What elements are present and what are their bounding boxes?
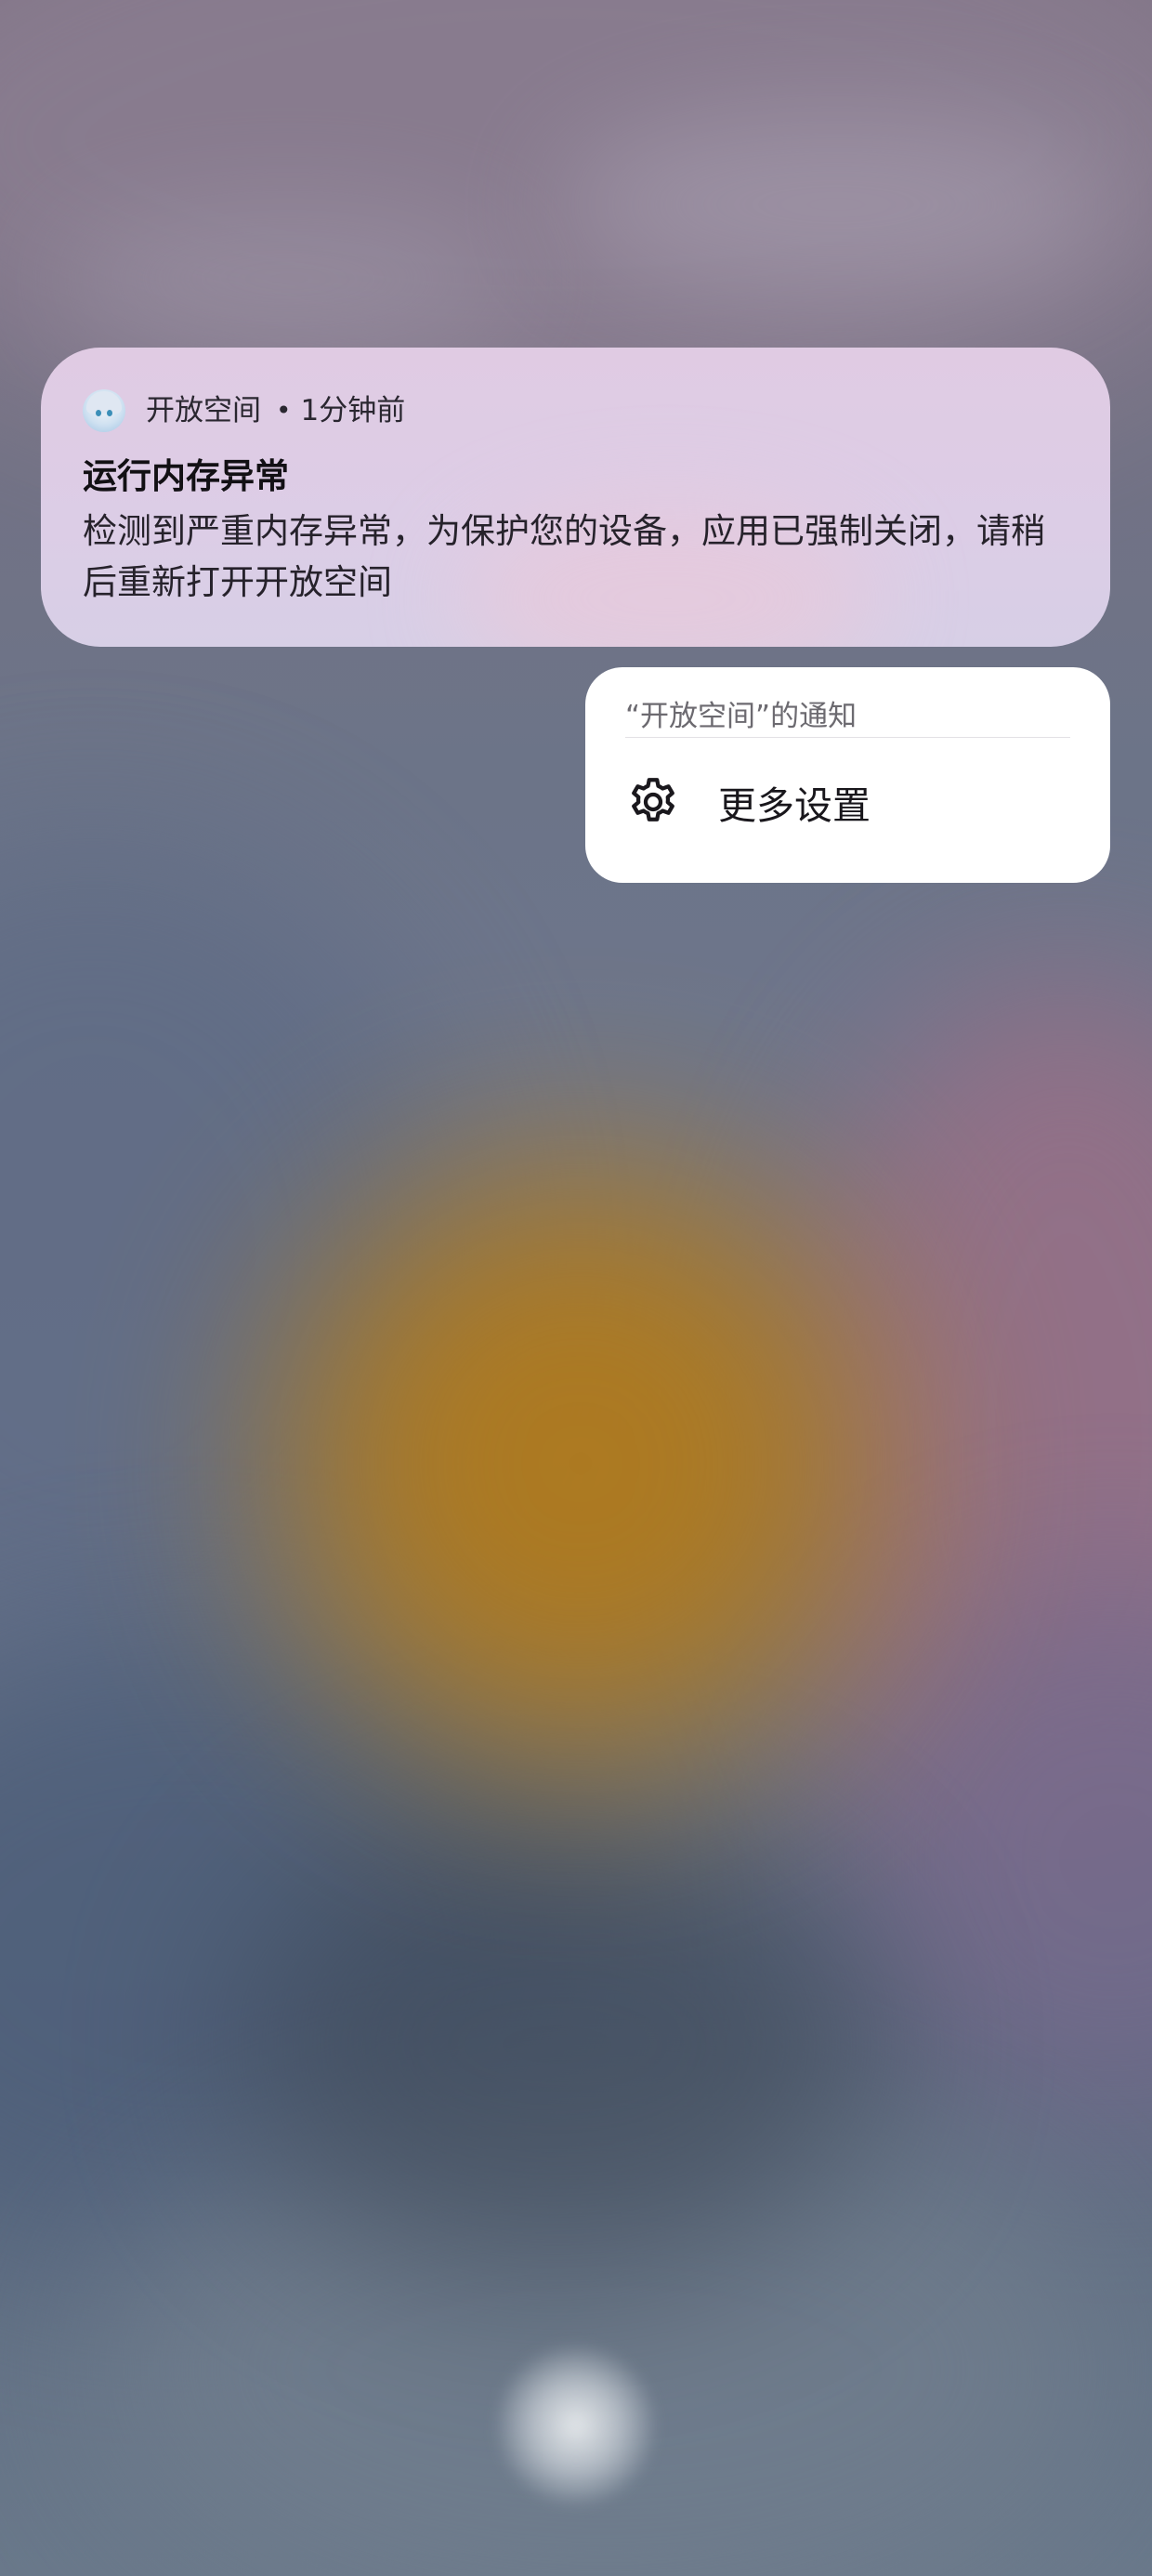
more-settings-button[interactable]: 更多设置	[625, 738, 1070, 866]
header-separator: •	[276, 395, 292, 426]
notification-header: 开放空间 • 1分钟前	[83, 388, 1068, 433]
gear-icon	[632, 778, 674, 821]
menu-title: “开放空间”的通知	[625, 667, 1070, 738]
home-indicator-glow	[497, 2346, 655, 2504]
notification-title: 运行内存异常	[83, 456, 289, 496]
more-settings-label: 更多设置	[718, 783, 871, 828]
notification-card[interactable]: 开放空间 • 1分钟前 运行内存异常 检测到严重内存异常，为保护您的设备，应用已…	[41, 348, 1110, 647]
notification-time: 1分钟前	[300, 394, 406, 427]
notification-options-menu: “开放空间”的通知 更多设置	[585, 667, 1110, 883]
app-avatar-icon	[83, 389, 125, 432]
app-name: 开放空间	[146, 394, 261, 427]
notification-body: 检测到严重内存异常，为保护您的设备，应用已强制关闭，请稍后重新打开开放空间	[83, 511, 1045, 602]
